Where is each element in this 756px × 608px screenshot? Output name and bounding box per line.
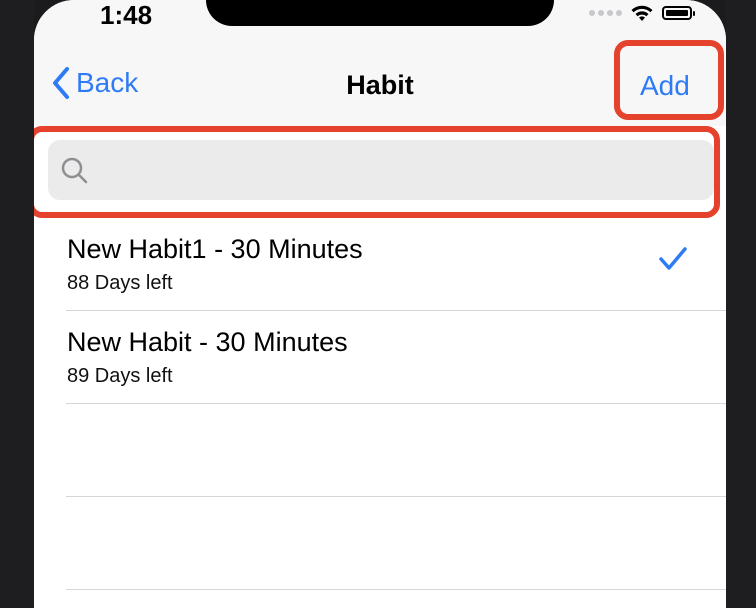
list-item[interactable]: New Habit - 30 Minutes 89 Days left — [34, 311, 726, 404]
status-time: 1:48 — [100, 0, 153, 30]
row-divider — [66, 589, 726, 590]
habit-title: New Habit - 30 Minutes — [67, 327, 348, 357]
search-bar[interactable] — [48, 140, 714, 200]
app-screen: 1:48 Back Habit Add New Habit1 - 30 Minu… — [34, 0, 726, 608]
signal-icon — [589, 10, 622, 16]
search-icon — [61, 157, 88, 184]
habit-days-left: 89 Days left — [67, 365, 173, 387]
empty-row — [34, 404, 726, 497]
add-button[interactable]: Add — [640, 70, 690, 102]
status-indicators — [589, 4, 695, 22]
search-input[interactable] — [100, 150, 704, 192]
device-frame-right — [726, 0, 756, 608]
habit-title: New Habit1 - 30 Minutes — [67, 234, 363, 264]
device-notch — [206, 0, 554, 26]
habit-days-left: 88 Days left — [67, 272, 173, 294]
device-frame-left — [0, 0, 34, 608]
wifi-icon — [631, 5, 653, 21]
habit-list: New Habit1 - 30 Minutes 88 Days left New… — [34, 218, 726, 590]
empty-row — [34, 497, 726, 590]
battery-icon — [662, 6, 695, 20]
checkmark-icon — [659, 247, 687, 270]
list-item[interactable]: New Habit1 - 30 Minutes 88 Days left — [34, 218, 726, 311]
